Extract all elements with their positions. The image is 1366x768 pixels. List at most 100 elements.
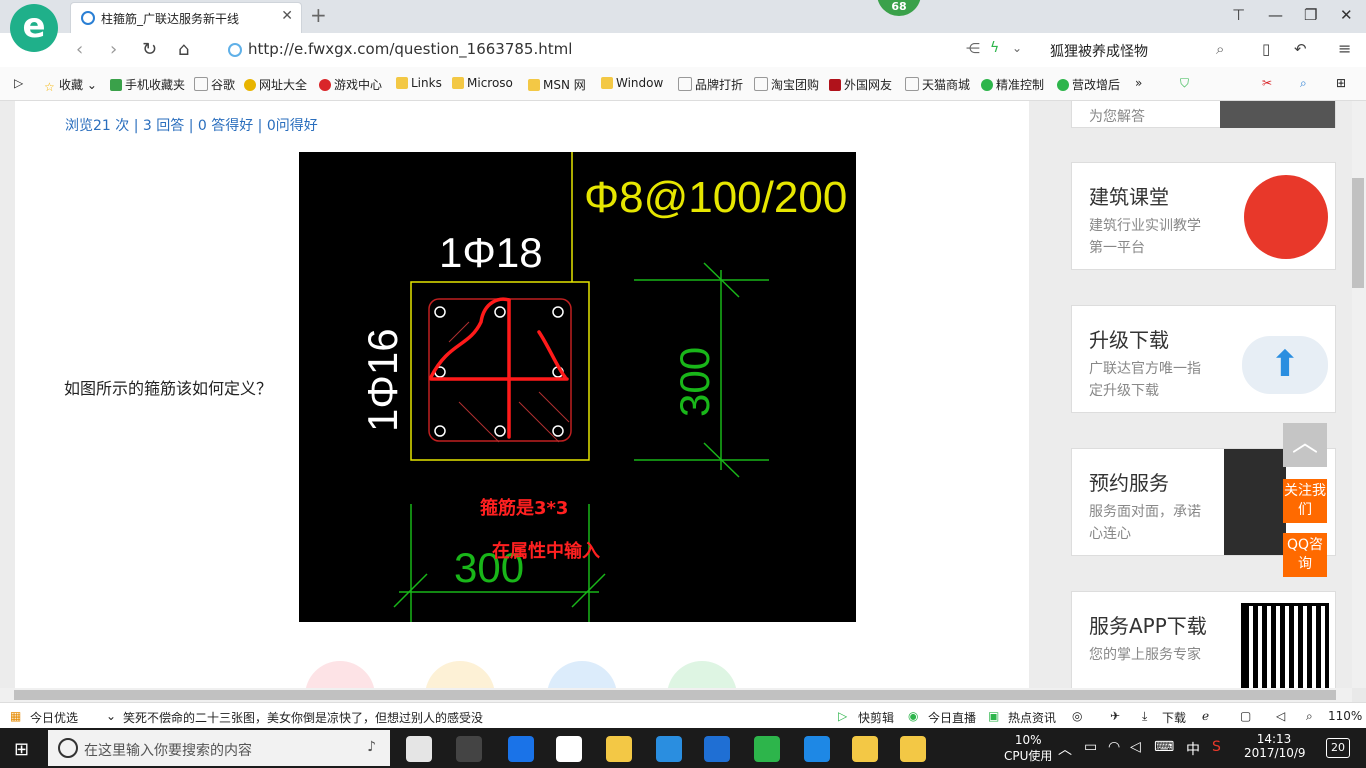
store-app-icon[interactable] [556,736,582,762]
start-windows-icon[interactable]: ⊞ [14,739,29,760]
cpu-meter[interactable]: 10% CPU使用 [1004,733,1052,764]
sidebar-card-title: 服务APP下载 [1089,614,1207,638]
bookmark-item[interactable]: 外国网友 [829,76,892,93]
edge-app-icon[interactable] [508,736,534,762]
bookmark-item[interactable]: 精准控制 [981,76,1044,93]
qq-consult-button[interactable]: QQ咨询 [1283,533,1327,577]
lightning-icon[interactable]: ϟ [990,40,999,56]
sidebar-card-desc: 建筑行业实训教学第一平台 [1089,218,1201,256]
scissors-icon[interactable]: ✂ [1262,76,1272,90]
search-icon[interactable]: ⌕ [1216,40,1224,58]
sidebar-card-title: 建筑课堂 [1089,185,1169,209]
sidebar-card-desc: 广联达官方唯一指定升级下载 [1089,361,1201,399]
status-item[interactable]: 热点资讯 [1008,709,1056,726]
menu-icon[interactable]: ≡ [1338,39,1351,58]
search-box[interactable]: 狐狸被养成怪物 [1050,41,1148,61]
sidebar-card-download[interactable]: 升级下载 广联达官方唯一指定升级下载 ⬆ [1071,305,1336,413]
undo-icon[interactable]: ↶ [1294,40,1307,58]
sidebar-card-classroom[interactable]: 建筑课堂 建筑行业实训教学第一平台 [1071,162,1336,270]
tray-expand-icon[interactable]: ︿ [1058,739,1072,759]
chevron-down-icon[interactable]: ⌄ [1012,41,1022,55]
bookmark-item[interactable]: ☆ 收藏 ⌄ [44,76,97,94]
close-tab-icon[interactable]: ✕ [281,8,293,24]
bookmark-item[interactable]: MSN 网 [528,76,586,93]
clock-time: 14:13 [1256,732,1292,746]
back-to-top-icon[interactable]: ︿ [1283,423,1327,467]
ime-indicator[interactable]: 中 [1186,739,1200,759]
browser-tab[interactable]: 柱箍筋_广联达服务新干线 ✕ [70,2,302,34]
explorer-app-icon[interactable] [606,736,632,762]
zoom-icon[interactable]: ⌕ [1306,709,1313,724]
status-item[interactable]: 下载 [1162,709,1186,726]
vertical-scroll-thumb[interactable] [1352,178,1364,288]
network-icon[interactable]: ◠ [1108,739,1120,755]
notification-center-icon[interactable]: 20 [1326,738,1350,758]
status-item[interactable]: 快剪辑 [858,709,894,726]
sogou-icon[interactable]: S [1212,739,1221,755]
bookmark-item[interactable]: 淘宝团购 [754,76,819,93]
support-person-image [1220,101,1335,128]
shirt-icon[interactable]: ⊤ [1232,6,1245,24]
refresh-icon[interactable]: ↻ [142,39,157,60]
forward-icon[interactable]: › [110,39,117,60]
microphone-icon[interactable]: ♪ [367,739,376,755]
apps-grid-icon[interactable]: ⊞ [1336,76,1346,90]
close-window-icon[interactable]: ✕ [1340,6,1353,24]
speed-icon[interactable]: ◎ [1072,709,1082,723]
glodon-app-icon[interactable] [704,736,730,762]
home-icon[interactable]: ⌂ [178,39,189,60]
live-icon: ◉ [908,709,919,723]
ie-app-icon[interactable] [656,736,682,762]
bookmark-item[interactable]: 谷歌 [194,76,235,93]
sidebar-toggle-icon[interactable]: ▷ [14,76,23,90]
clock[interactable]: 14:13 2017/10/9 [1244,732,1306,760]
bookmark-item[interactable]: 营改增后 [1057,76,1120,93]
today-picks[interactable]: 今日优选 [30,709,78,726]
horizontal-scroll-thumb[interactable] [14,690,1336,700]
bookmark-item[interactable]: 网址大全 [244,76,307,93]
question-stats[interactable]: 浏览21 次 | 3 回答 | 0 答得好 | 0问得好 [65,115,318,135]
volume-icon[interactable]: ◁ [1276,709,1285,723]
taskview-icon[interactable] [406,736,432,762]
news-headline[interactable]: 笑死不偿命的二十三张图，美女你倒是凉快了，但想过别人的感受没 [123,709,483,726]
site-icon [228,43,242,57]
pin-icon[interactable]: ✈ [1110,709,1120,723]
gift-icon: ▦ [10,709,22,723]
bookmark-item[interactable]: Links [396,76,442,90]
taskbar-search-box[interactable]: 在这里输入你要搜索的内容 ♪ [48,730,390,766]
bookmark-item[interactable]: Window [601,76,663,90]
follow-us-button[interactable]: 关注我们 [1283,479,1327,523]
new-tab-icon[interactable]: + [310,3,327,27]
back-icon[interactable]: ‹ [76,39,83,60]
shield-icon[interactable]: ⛉ [1180,76,1189,91]
share-icon[interactable]: ⋲ [966,41,980,57]
status-item[interactable]: 今日直播 [928,709,976,726]
browser-logo-icon[interactable]: e [10,4,58,52]
zoom-level[interactable]: 110% [1328,709,1362,723]
keyboard-icon[interactable]: ⌨ [1154,739,1174,755]
battery-icon[interactable]: ▭ [1084,739,1097,755]
sidebar-card-desc: 为您解答 [1089,109,1145,125]
sidebar-card-app[interactable]: 服务APP下载 您的掌上服务专家 [1071,591,1336,688]
chevron-down-icon[interactable]: ⌄ [106,709,116,723]
more-bookmarks-icon[interactable]: » [1135,76,1142,90]
sidebar-card-desc: 服务面对面，承诺心连心 [1089,504,1201,542]
window-icon[interactable]: ▢ [1240,709,1251,723]
phone-icon[interactable]: ▯ [1262,40,1270,58]
minimize-icon[interactable]: — [1268,6,1283,24]
bookmark-item[interactable]: Microso [452,76,513,90]
cross-app-icon[interactable] [804,736,830,762]
bookmark-item[interactable]: 游戏中心 [319,76,382,93]
browser360-app-icon[interactable] [456,736,482,762]
bookmark-item[interactable]: 品牌打折 [678,76,743,93]
browser-e-app-icon[interactable] [754,736,780,762]
restore-icon[interactable]: ❐ [1304,6,1317,24]
bookmark-item[interactable]: 手机收藏夹 [110,76,185,93]
bookmark-item[interactable]: 天猫商城 [905,76,970,93]
magnifier-icon[interactable]: ⌕ [1300,76,1307,91]
speaker-icon[interactable]: ◁ [1130,739,1141,755]
notes-app-icon[interactable] [852,736,878,762]
help-app-icon[interactable] [900,736,926,762]
sidebar-card-answer[interactable]: 为您解答 [1071,101,1336,128]
ie-icon[interactable]: ℯ [1202,709,1209,723]
